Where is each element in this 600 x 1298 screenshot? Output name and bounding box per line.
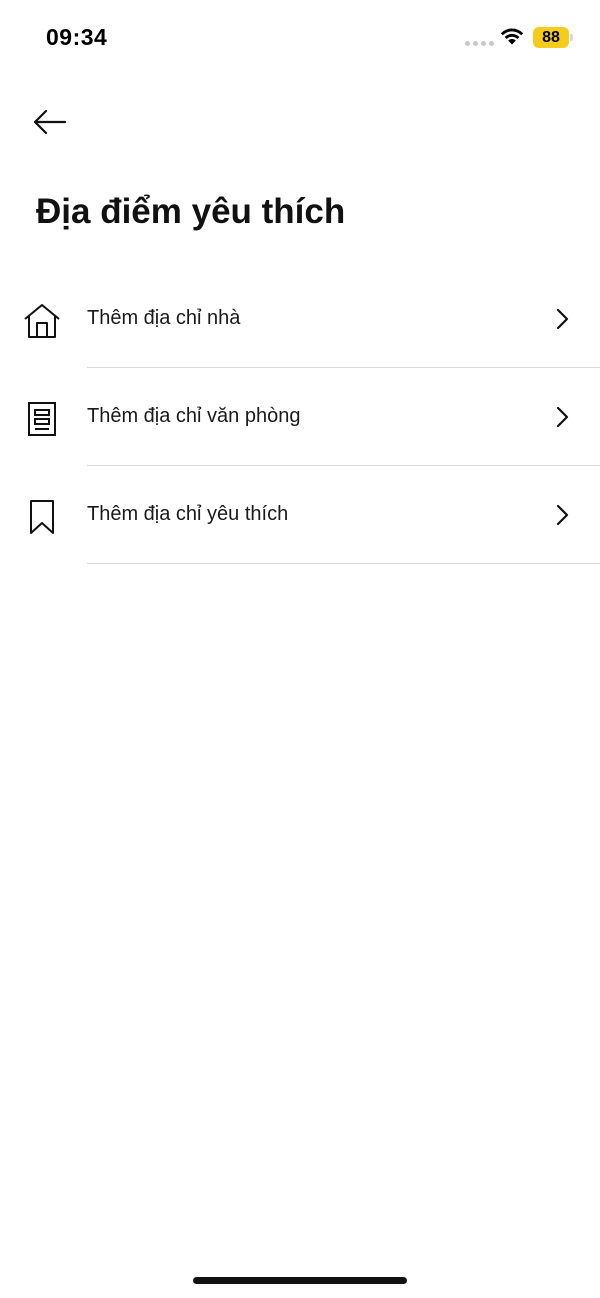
item-label: Thêm địa chỉ nhà bbox=[87, 307, 241, 329]
add-home-address-item[interactable]: Thêm địa chỉ nhà bbox=[0, 270, 600, 368]
add-office-address-item[interactable]: Thêm địa chỉ văn phòng bbox=[0, 368, 600, 466]
page-title: Địa điểm yêu thích bbox=[36, 192, 346, 231]
item-label: Thêm địa chỉ văn phòng bbox=[87, 405, 301, 427]
favorites-list: Thêm địa chỉ nhà Thêm địa chỉ văn phòng bbox=[0, 270, 600, 564]
battery-tip bbox=[570, 34, 573, 41]
bookmark-icon bbox=[22, 497, 62, 537]
office-building-icon bbox=[22, 399, 62, 439]
back-button[interactable] bbox=[28, 104, 70, 140]
add-favorite-address-item[interactable]: Thêm địa chỉ yêu thích bbox=[0, 466, 600, 564]
signal-dots-icon bbox=[465, 41, 494, 46]
chevron-right-icon bbox=[556, 308, 569, 330]
arrow-left-icon bbox=[33, 109, 67, 135]
home-indicator[interactable] bbox=[193, 1277, 407, 1284]
chevron-right-icon bbox=[556, 504, 569, 526]
favorite-places-screen: 09:34 88 Địa điểm yêu thích Thêm địa chỉ… bbox=[0, 0, 600, 1298]
home-icon bbox=[22, 301, 62, 341]
status-time: 09:34 bbox=[46, 24, 108, 50]
wifi-icon bbox=[500, 28, 524, 45]
battery-icon: 88 bbox=[533, 27, 569, 48]
item-label: Thêm địa chỉ yêu thích bbox=[87, 503, 289, 525]
list-divider bbox=[87, 563, 600, 564]
status-bar: 09:34 88 bbox=[0, 0, 600, 76]
chevron-right-icon bbox=[556, 406, 569, 428]
